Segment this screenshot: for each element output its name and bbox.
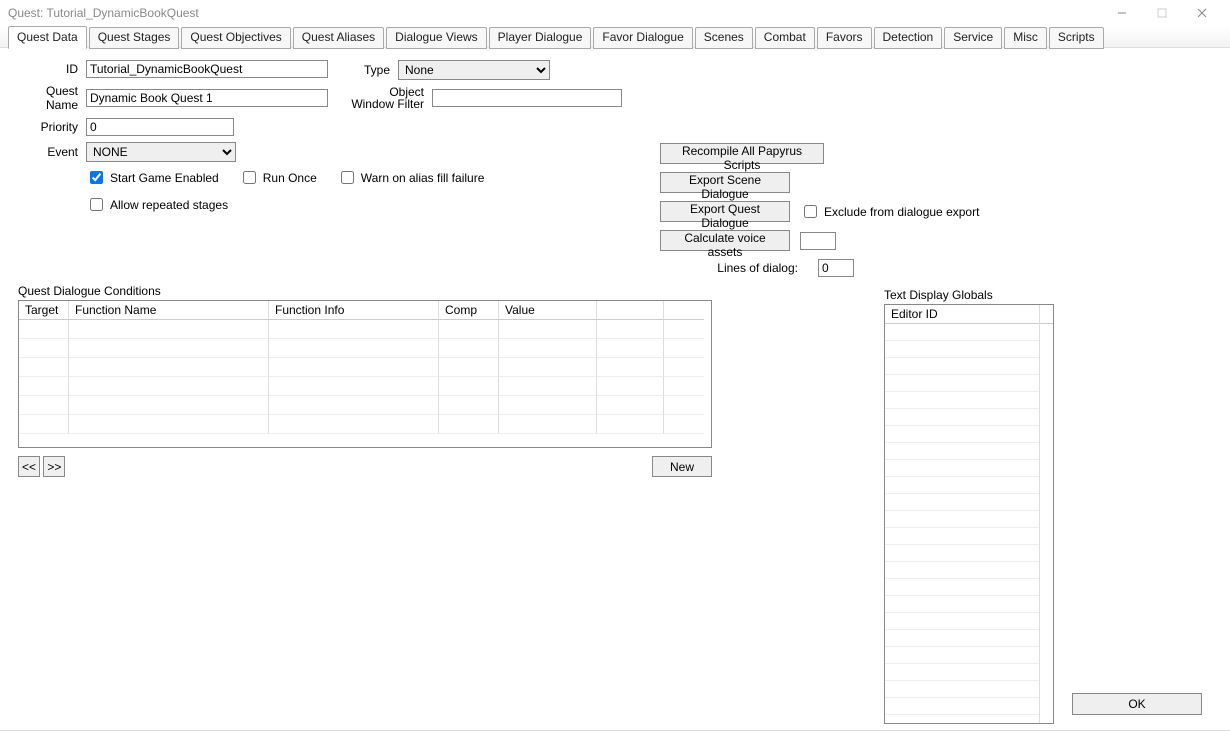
globals-column-header: Editor ID [885,305,1053,324]
list-item[interactable] [885,630,1039,647]
allow-repeated-checkbox[interactable]: Allow repeated stages [86,195,228,214]
tab-quest-stages[interactable]: Quest Stages [89,27,180,49]
tab-scenes[interactable]: Scenes [695,27,753,49]
tab-quest-objectives[interactable]: Quest Objectives [181,27,290,49]
type-select[interactable]: None [398,60,550,80]
list-item[interactable] [885,341,1039,358]
tab-bar: Quest DataQuest StagesQuest ObjectivesQu… [0,26,1230,48]
list-item[interactable] [885,511,1039,528]
event-label: Event [14,145,86,159]
table-row[interactable] [19,339,711,358]
conditions-next-button[interactable]: >> [43,456,65,477]
exclude-export-checkbox[interactable]: Exclude from dialogue export [800,202,979,221]
list-item[interactable] [885,358,1039,375]
titlebar: Quest: Tutorial_DynamicBookQuest [0,0,1230,26]
list-item[interactable] [885,579,1039,596]
conditions-prev-button[interactable]: << [18,456,40,477]
window-title: Quest: Tutorial_DynamicBookQuest [8,6,1102,20]
object-window-filter-label: Object Window Filter [350,86,432,110]
tab-favors[interactable]: Favors [817,27,872,49]
export-scene-dialogue-button[interactable]: Export Scene Dialogue [660,172,790,193]
tab-service[interactable]: Service [944,27,1002,49]
table-row[interactable] [19,396,711,415]
tab-scripts[interactable]: Scripts [1049,27,1104,49]
close-button[interactable] [1182,3,1222,23]
tab-detection[interactable]: Detection [874,27,943,49]
tab-dialogue-views[interactable]: Dialogue Views [386,27,487,49]
table-row[interactable] [19,415,711,434]
lines-of-dialog-label: Lines of dialog: [708,261,798,275]
tab-misc[interactable]: Misc [1004,27,1047,49]
list-item[interactable] [885,528,1039,545]
list-item[interactable] [885,494,1039,511]
list-item[interactable] [885,698,1039,715]
tab-combat[interactable]: Combat [755,27,815,49]
table-row[interactable] [19,377,711,396]
quest-name-field[interactable] [86,89,328,107]
conditions-new-button[interactable]: New [652,456,712,477]
id-label: ID [14,62,86,76]
list-item[interactable] [885,426,1039,443]
recompile-scripts-button[interactable]: Recompile All Papyrus Scripts [660,143,824,164]
conditions-table[interactable]: Target Function Name Function Info Comp … [18,300,712,448]
list-item[interactable] [885,613,1039,630]
list-item[interactable] [885,443,1039,460]
list-item[interactable] [885,681,1039,698]
conditions-header-row: Target Function Name Function Info Comp … [19,301,711,320]
tab-favor-dialogue[interactable]: Favor Dialogue [593,27,692,49]
warn-alias-checkbox[interactable]: Warn on alias fill failure [337,168,485,187]
quest-name-label: Quest Name [14,84,86,112]
export-quest-dialogue-button[interactable]: Export Quest Dialogue [660,201,790,222]
list-item[interactable] [885,477,1039,494]
priority-field[interactable] [86,118,234,136]
maximize-button[interactable] [1142,3,1182,23]
event-select[interactable]: NONE [86,142,236,162]
start-game-enabled-checkbox[interactable]: Start Game Enabled [86,168,219,187]
id-field[interactable] [86,60,328,78]
object-window-filter-field[interactable] [432,89,622,107]
conditions-header: Quest Dialogue Conditions [18,284,712,298]
run-once-checkbox[interactable]: Run Once [239,168,317,187]
list-item[interactable] [885,647,1039,664]
tab-quest-data[interactable]: Quest Data [8,26,87,49]
list-item[interactable] [885,562,1039,579]
content-area: ID Quest Name Priority Event NONE Start … [0,48,1230,731]
calculate-voice-assets-button[interactable]: Calculate voice assets [660,230,790,251]
list-item[interactable] [885,392,1039,409]
list-item[interactable] [885,409,1039,426]
list-item[interactable] [885,664,1039,681]
minimize-button[interactable] [1102,3,1142,23]
lines-of-dialog-value[interactable] [818,259,854,277]
list-item[interactable] [885,596,1039,613]
type-label: Type [350,63,398,77]
priority-label: Priority [14,120,86,134]
ok-button[interactable]: OK [1072,693,1202,715]
list-item[interactable] [885,375,1039,392]
list-item[interactable] [885,545,1039,562]
globals-table[interactable]: Editor ID [884,304,1054,724]
list-item[interactable] [885,324,1039,341]
tab-quest-aliases[interactable]: Quest Aliases [293,27,384,49]
table-row[interactable] [19,320,711,339]
list-item[interactable] [885,460,1039,477]
voice-assets-value[interactable] [800,232,836,250]
tab-player-dialogue[interactable]: Player Dialogue [489,27,592,49]
table-row[interactable] [19,358,711,377]
globals-scrollbar[interactable] [1039,305,1053,723]
globals-header: Text Display Globals [884,288,1054,302]
